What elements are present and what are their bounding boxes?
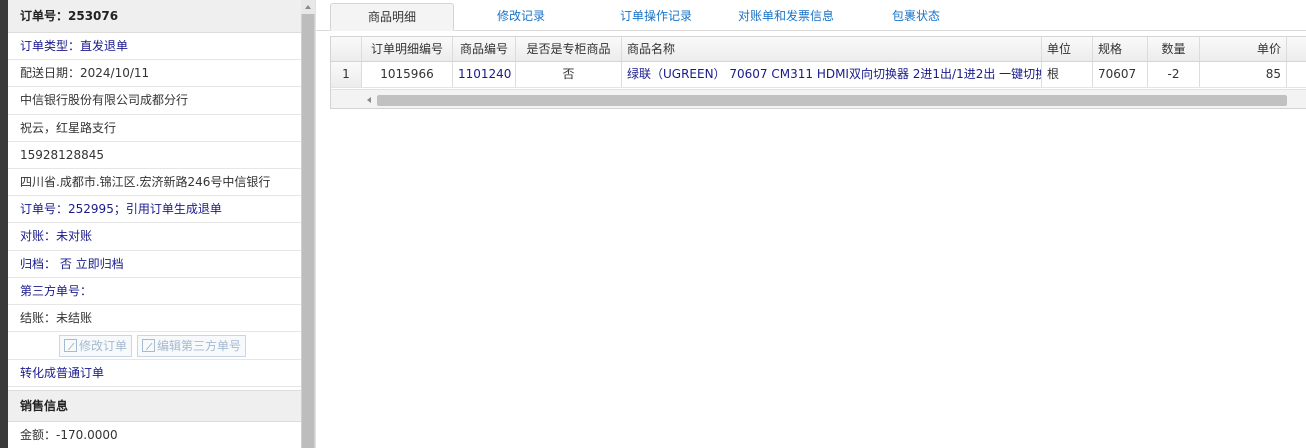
row-number: 1 [331, 62, 362, 87]
column-header[interactable]: 单位 [1042, 37, 1093, 61]
tab-statement-invoice[interactable]: 对账单和发票信息 [721, 3, 851, 31]
order-type-row: 订单类型：直发退单 [8, 33, 301, 61]
tab-package-status[interactable]: 包裹状态 [871, 3, 961, 31]
counter-product-cell: 否 [516, 62, 622, 87]
product-id-link[interactable]: 1101240 [453, 62, 516, 87]
column-header[interactable]: 规格 [1093, 37, 1148, 61]
rownum-header [331, 37, 362, 61]
column-header[interactable]: 商品名称 [622, 37, 1042, 61]
scroll-up-arrow-icon[interactable] [301, 0, 315, 14]
table-row[interactable]: 1 1015966 1101240 否 绿联（UGREEN） 70607 CM3… [331, 62, 1306, 88]
column-header[interactable]: 是否是专柜商品 [516, 37, 622, 61]
window-edge [0, 0, 8, 448]
edit-icon [64, 339, 77, 353]
address-row: 四川省.成都市.锦江区.宏济新路246号中信银行 [8, 169, 301, 197]
unit-cell: 根 [1042, 62, 1093, 87]
amount-label: 金额： [20, 428, 57, 443]
scrollbar-thumb[interactable] [302, 14, 314, 448]
delivery-date-label: 配送日期： [20, 66, 81, 81]
unit-price-cell: 85 [1200, 62, 1287, 87]
order-number-header: 订单号：253076 [8, 0, 301, 33]
third-party-row: 第三方单号： [8, 278, 301, 305]
reconcile-value: 未对账 [56, 229, 93, 244]
column-header[interactable]: 商品编号 [453, 37, 516, 61]
amount-value: -170.0000 [56, 428, 118, 443]
edit-third-party-button[interactable]: 编辑第三方单号 [137, 334, 247, 357]
archive-row: 归档： 否 立即归档 [8, 251, 301, 278]
source-order-link[interactable]: 252995；引用订单生成退单 [68, 202, 222, 216]
horizontal-scrollbar-thumb[interactable] [377, 95, 1287, 106]
order-type-label: 订单类型： [20, 39, 81, 53]
customer-company-row: 中信银行股份有限公司成都分行 [8, 87, 301, 115]
contact-row: 祝云，红星路支行 [8, 115, 301, 142]
column-header[interactable]: 数量 [1148, 37, 1200, 61]
reconcile-row: 对账：未对账 [8, 223, 301, 251]
product-name-link[interactable]: 绿联（UGREEN） 70607 CM311 HDMI双向切换器 2进1出/1进… [622, 62, 1042, 87]
settlement-row: 结账：未结账 [8, 305, 301, 333]
detail-id-cell: 1015966 [362, 62, 453, 87]
column-header[interactable]: 订单明细编号 [362, 37, 453, 61]
edit-third-party-label: 编辑第三方单号 [157, 339, 242, 354]
archive-now-link[interactable]: 否 立即归档 [56, 257, 124, 271]
grid-header: 订单明细编号 商品编号 是否是专柜商品 商品名称 单位 规格 数量 单价 [331, 37, 1306, 62]
detail-tabs: 商品明细 修改记录 订单操作记录 对账单和发票信息 包裹状态 [316, 0, 1306, 31]
tab-order-operation-log[interactable]: 订单操作记录 [596, 3, 716, 31]
column-header[interactable]: 单价 [1200, 37, 1287, 61]
address: 四川省.成都市.锦江区.宏济新路246号中信银行 [20, 174, 271, 189]
source-order-label: 订单号： [20, 202, 69, 217]
phone-number: 15928128845 [20, 147, 104, 162]
scroll-left-arrow-icon[interactable] [363, 94, 375, 106]
spec-cell: 70607 [1093, 62, 1148, 87]
edit-icon [142, 339, 156, 353]
order-actions: 修改订单 编辑第三方单号 [8, 332, 301, 361]
detail-area: 商品明细 修改记录 订单操作记录 对账单和发票信息 包裹状态 订单明细编号 商品… [315, 0, 1306, 448]
settlement-value: 未结账 [56, 310, 93, 325]
settlement-label: 结账： [20, 310, 57, 325]
order-type-value: 直发退单 [80, 39, 129, 53]
grid-horizontal-scrollbar[interactable] [331, 89, 1306, 108]
delivery-date-row: 配送日期：2024/10/11 [8, 60, 301, 88]
delivery-date-value: 2024/10/11 [80, 66, 150, 81]
modify-order-button[interactable]: 修改订单 [59, 334, 133, 357]
customer-company: 中信银行股份有限公司成都分行 [20, 93, 189, 108]
phone-row: 15928128845 [8, 142, 301, 169]
product-grid: 订单明细编号 商品编号 是否是专柜商品 商品名称 单位 规格 数量 单价 1 1… [330, 36, 1306, 109]
sales-info-header: 销售信息 [8, 390, 301, 423]
source-order-row[interactable]: 订单号：252995；引用订单生成退单 [8, 196, 301, 224]
contact-name: 祝云，红星路支行 [20, 120, 117, 135]
amount-row: 金额：-170.0000 [8, 422, 301, 448]
order-info-panel: 订单号：253076 订单类型：直发退单 配送日期：2024/10/11 中信银… [8, 0, 301, 448]
tab-modify-log[interactable]: 修改记录 [466, 3, 576, 31]
third-party-label: 第三方单号： [20, 283, 93, 298]
quantity-cell: -2 [1148, 62, 1200, 87]
tab-product-details[interactable]: 商品明细 [330, 3, 454, 31]
reconcile-label: 对账： [20, 229, 57, 244]
modify-order-label: 修改订单 [79, 339, 128, 354]
convert-to-normal-order-link[interactable]: 转化成普通订单 [20, 366, 104, 380]
left-panel-scrollbar[interactable] [301, 0, 315, 448]
convert-order-row: 转化成普通订单 [8, 360, 301, 388]
archive-label: 归档： [20, 256, 57, 271]
